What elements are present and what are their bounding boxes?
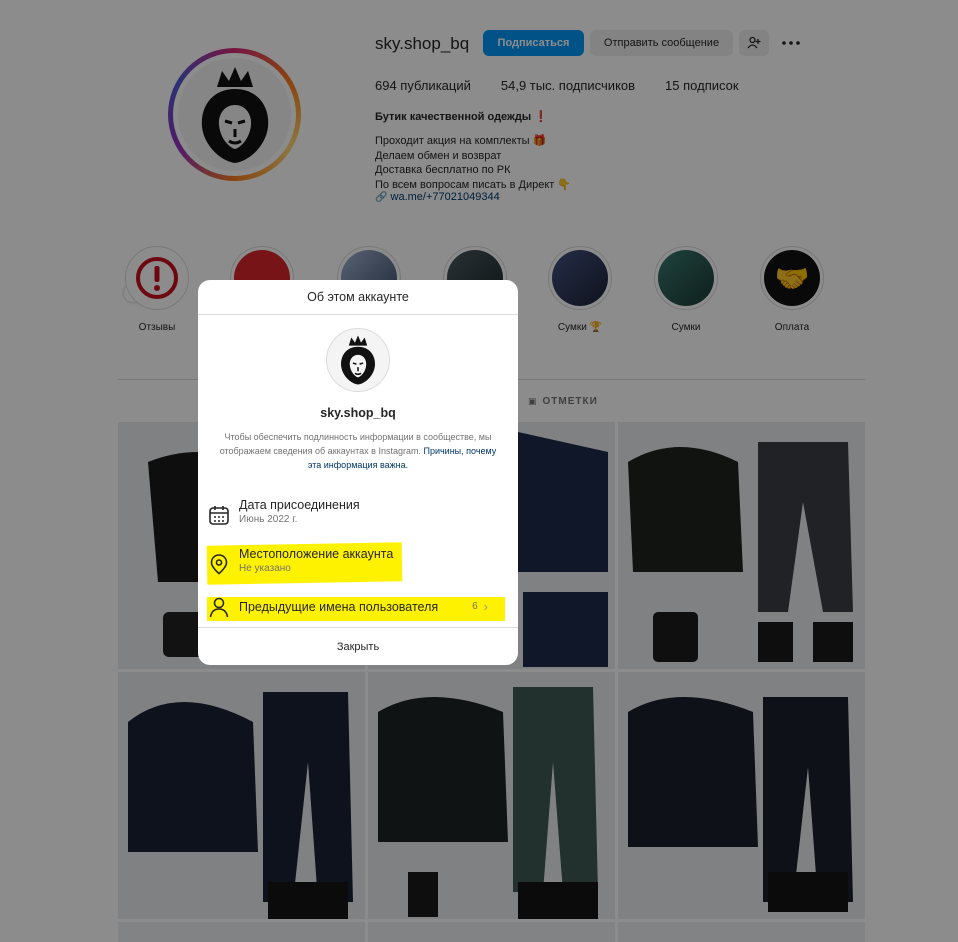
account-location-row: Местоположение аккаунта Не указано <box>208 547 508 583</box>
location-pin-icon <box>210 554 228 575</box>
date-joined-row: Дата присоединения Июнь 2022 г. <box>208 498 508 534</box>
close-button[interactable]: Закрыть <box>198 627 518 665</box>
about-account-dialog: Об этом аккаунте sky.shop_bq Чтобы обесп… <box>198 280 518 665</box>
account-location-value: Не указано <box>239 563 291 574</box>
dialog-title: Об этом аккаунте <box>198 280 518 315</box>
account-location-label: Местоположение аккаунта <box>239 547 394 561</box>
date-joined-value: Июнь 2022 г. <box>239 514 298 525</box>
former-usernames-count: 6 <box>472 601 478 612</box>
former-usernames-label: Предыдущие имена пользователя <box>239 600 439 614</box>
date-joined-label: Дата присоединения <box>239 498 360 512</box>
chevron-right-icon: › <box>483 599 488 614</box>
calendar-icon <box>209 506 229 525</box>
dialog-description: Чтобы обеспечить подлинность информации … <box>218 430 498 472</box>
lion-logo-icon <box>341 335 375 385</box>
person-icon <box>209 597 229 618</box>
former-usernames-count-wrap: 6 › <box>472 599 488 614</box>
dialog-avatar <box>326 328 390 392</box>
dialog-username: sky.shop_bq <box>320 406 396 420</box>
